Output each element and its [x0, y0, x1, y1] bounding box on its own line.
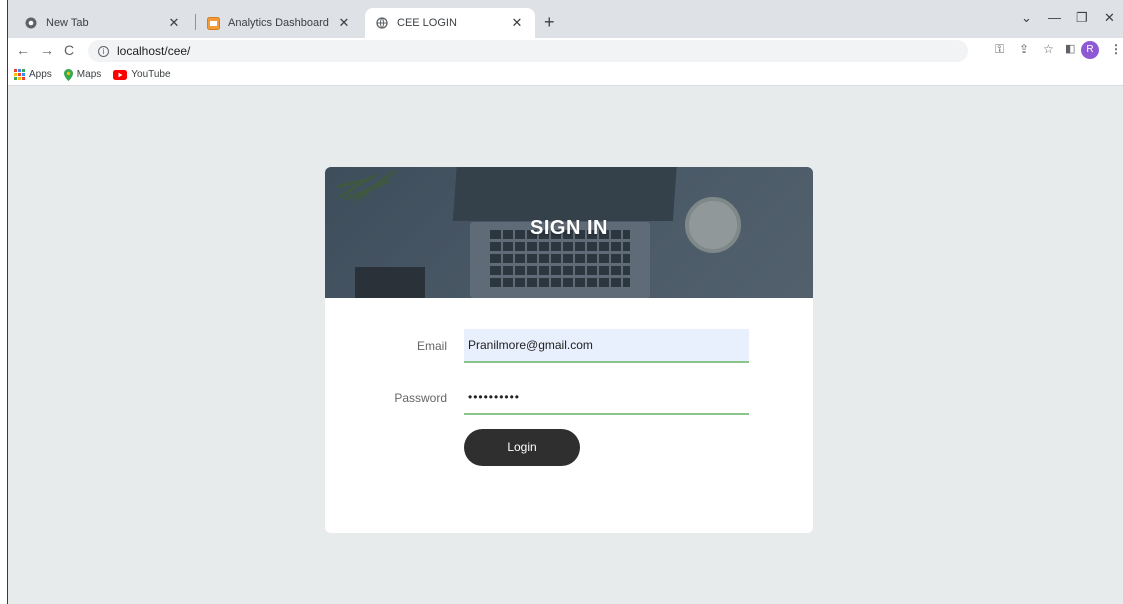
key-icon[interactable]: ⚿ — [995, 42, 1004, 57]
email-row: Email — [325, 329, 813, 363]
email-field[interactable] — [464, 329, 749, 363]
tab-strip: New Tab ✕ Analytics Dashboard - This is … — [8, 0, 1123, 38]
address-bar[interactable]: i localhost/cee/ — [88, 40, 968, 62]
tab-title: Analytics Dashboard - This is an — [228, 17, 330, 29]
close-icon[interactable]: ✕ — [166, 15, 182, 31]
reload-icon[interactable]: C — [64, 42, 74, 58]
login-button[interactable]: Login — [464, 429, 580, 466]
hero-image: SIGN IN — [325, 167, 813, 298]
browser-toolbar: ← → C i localhost/cee/ ⚿ ⇪ ☆ ◧ R ⋮ — [8, 38, 1123, 64]
dashboard-favicon — [206, 16, 220, 30]
menu-icon[interactable]: ⋮ — [1110, 42, 1122, 56]
password-row: Password — [325, 381, 813, 415]
star-icon[interactable]: ☆ — [1043, 42, 1054, 56]
apps-grid-icon — [14, 69, 25, 80]
chevron-down-icon[interactable]: ⌄ — [1021, 10, 1032, 26]
close-icon[interactable]: ✕ — [336, 15, 352, 31]
side-panel-icon[interactable]: ◧ — [1065, 42, 1075, 55]
globe-icon — [375, 16, 389, 30]
bookmark-label: Apps — [29, 69, 52, 80]
bookmarks-bar: Apps Maps YouTube — [8, 64, 1123, 86]
youtube-icon — [113, 69, 128, 80]
back-arrow-icon[interactable]: ← — [16, 42, 30, 58]
browser-window: New Tab ✕ Analytics Dashboard - This is … — [7, 0, 1123, 604]
new-tab-plus-icon[interactable]: + — [544, 13, 555, 31]
url-text: localhost/cee/ — [117, 44, 191, 58]
tab-analytics-dashboard[interactable]: Analytics Dashboard - This is an ✕ — [196, 8, 362, 38]
minimize-icon[interactable]: — — [1048, 10, 1061, 25]
share-icon[interactable]: ⇪ — [1019, 42, 1029, 56]
bookmark-apps[interactable]: Apps — [14, 69, 52, 80]
email-label: Email — [416, 339, 447, 353]
tab-cee-login[interactable]: CEE LOGIN ✕ — [365, 8, 535, 38]
bookmark-maps[interactable]: Maps — [63, 68, 102, 81]
info-icon[interactable]: i — [98, 45, 109, 57]
window-close-icon[interactable]: ✕ — [1104, 10, 1115, 26]
password-field[interactable] — [464, 381, 749, 415]
chrome-icon — [24, 16, 38, 30]
bookmark-youtube[interactable]: YouTube — [113, 69, 171, 80]
forward-arrow-icon[interactable]: → — [40, 42, 54, 58]
tab-title: CEE LOGIN — [397, 17, 457, 29]
bookmark-label: Maps — [76, 69, 102, 80]
tab-new-tab[interactable]: New Tab ✕ — [14, 8, 192, 38]
avatar[interactable]: R — [1081, 41, 1099, 59]
maps-pin-icon — [63, 68, 73, 81]
bookmark-label: YouTube — [131, 69, 171, 80]
password-label: Password — [394, 391, 447, 405]
sign-in-heading: SIGN IN — [530, 217, 608, 239]
page-content: SIGN IN Email Password Login — [8, 86, 1123, 604]
login-card: SIGN IN Email Password Login — [325, 167, 813, 533]
restore-icon[interactable]: ❐ — [1076, 10, 1088, 26]
close-icon[interactable]: ✕ — [509, 15, 525, 31]
tab-title: New Tab — [46, 17, 89, 29]
